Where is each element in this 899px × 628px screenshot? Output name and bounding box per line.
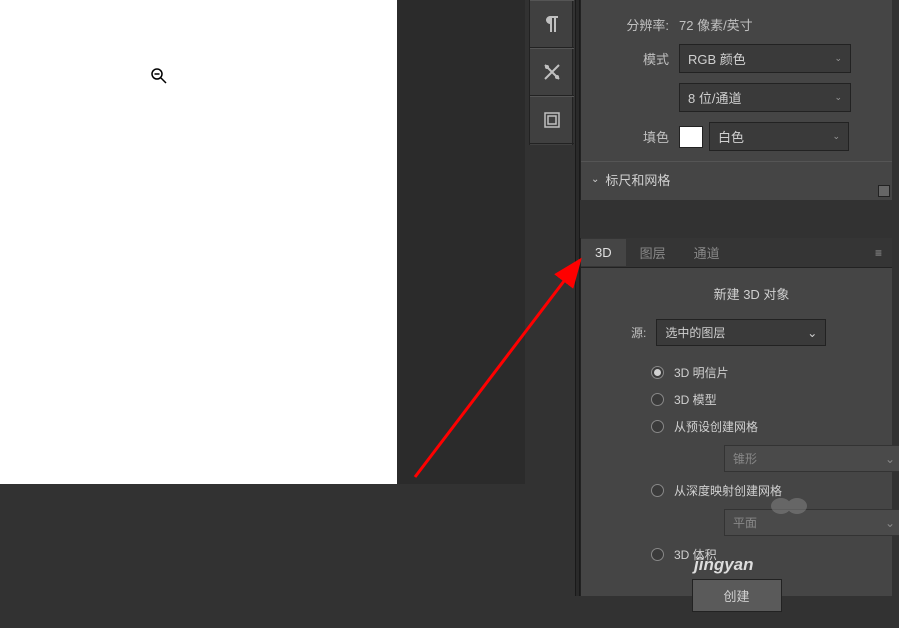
panel-menu-icon[interactable]: ≡ (875, 246, 882, 260)
chevron-down-icon: ⌄ (834, 92, 842, 103)
source-value: 选中的图层 (665, 324, 725, 341)
chevron-down-icon: ⌄ (591, 174, 599, 185)
radio-preset-mesh[interactable]: 从预设创建网格 (651, 418, 872, 435)
radio-icon (651, 484, 664, 497)
preset-shape-dropdown[interactable]: 锥形 ⌄ (724, 445, 899, 472)
fill-color-value: 白色 (718, 127, 744, 146)
preset-shape-value: 锥形 (733, 450, 757, 467)
document-canvas[interactable] (0, 0, 397, 484)
rulers-grid-section-header[interactable]: ⌄ 标尺和网格 (581, 161, 892, 197)
properties-panel: 分辨率: 72 像素/英寸 模式 RGB 颜色 ⌄ 8 位/通道 ⌄ 填色 白色… (580, 0, 892, 200)
resolution-value: 72 像素/英寸 (679, 15, 753, 34)
canvas-viewport (0, 0, 525, 484)
radio-volume-label: 3D 体积 (674, 546, 717, 563)
panel-3d-body: 新建 3D 对象 源: 选中的图层 ⌄ 3D 明信片 3D 模型 从预设创建网格 (581, 268, 892, 628)
resolution-label: 分辨率: (581, 15, 679, 34)
depth-map-dropdown[interactable]: 平面 ⌄ (724, 509, 899, 536)
tab-3d[interactable]: 3D (581, 239, 626, 266)
artboard-tool-button[interactable] (530, 96, 574, 144)
bit-depth-value: 8 位/通道 (688, 88, 741, 107)
radio-icon (651, 420, 664, 433)
chevron-down-icon: ⌄ (885, 516, 895, 530)
fill-color-swatch[interactable] (679, 126, 703, 148)
radio-icon (651, 548, 664, 561)
fill-label: 填色 (581, 127, 679, 146)
zoom-out-cursor-icon (151, 68, 167, 84)
radio-3d-model[interactable]: 3D 模型 (651, 391, 872, 408)
depth-map-value: 平面 (733, 514, 757, 531)
bit-depth-dropdown[interactable]: 8 位/通道 ⌄ (679, 83, 851, 112)
fill-color-dropdown[interactable]: 白色 ⌄ (709, 122, 849, 151)
radio-icon (651, 393, 664, 406)
chevron-down-icon: ⌄ (885, 452, 895, 466)
radio-3d-postcard[interactable]: 3D 明信片 (651, 364, 872, 381)
radio-postcard-label: 3D 明信片 (674, 364, 729, 381)
3d-type-radio-group: 3D 明信片 3D 模型 从预设创建网格 锥形 ⌄ 从深度映射创建网格 平面 ⌄ (601, 364, 872, 563)
chevron-down-icon: ⌄ (807, 326, 817, 340)
vertical-toolbar (529, 0, 573, 145)
chevron-down-icon: ⌄ (832, 131, 840, 142)
radio-depth-map-label: 从深度映射创建网格 (674, 482, 782, 499)
tabbed-panel: 3D 图层 通道 ≡ 新建 3D 对象 源: 选中的图层 ⌄ 3D 明信片 3D… (580, 238, 892, 596)
tab-channels[interactable]: 通道 (680, 237, 734, 268)
radio-preset-mesh-label: 从预设创建网格 (674, 418, 758, 435)
tools-crossed-button[interactable] (530, 48, 574, 96)
tab-layers[interactable]: 图层 (626, 237, 680, 268)
radio-3d-volume[interactable]: 3D 体积 (651, 546, 872, 563)
color-mode-value: RGB 颜色 (688, 49, 746, 68)
radio-model-label: 3D 模型 (674, 391, 717, 408)
source-label: 源: (631, 324, 646, 341)
radio-icon (651, 366, 664, 379)
source-dropdown[interactable]: 选中的图层 ⌄ (656, 319, 826, 346)
chevron-down-icon: ⌄ (834, 53, 842, 64)
radio-depth-map[interactable]: 从深度映射创建网格 (651, 482, 872, 499)
mode-label: 模式 (581, 49, 679, 68)
panel-3d-title: 新建 3D 对象 (601, 284, 872, 303)
color-mode-dropdown[interactable]: RGB 颜色 ⌄ (679, 44, 851, 73)
tab-bar: 3D 图层 通道 ≡ (581, 238, 892, 268)
scrollbar-handle[interactable] (878, 185, 890, 197)
rulers-grid-label: 标尺和网格 (605, 170, 670, 189)
paragraph-tool-button[interactable] (530, 0, 574, 48)
